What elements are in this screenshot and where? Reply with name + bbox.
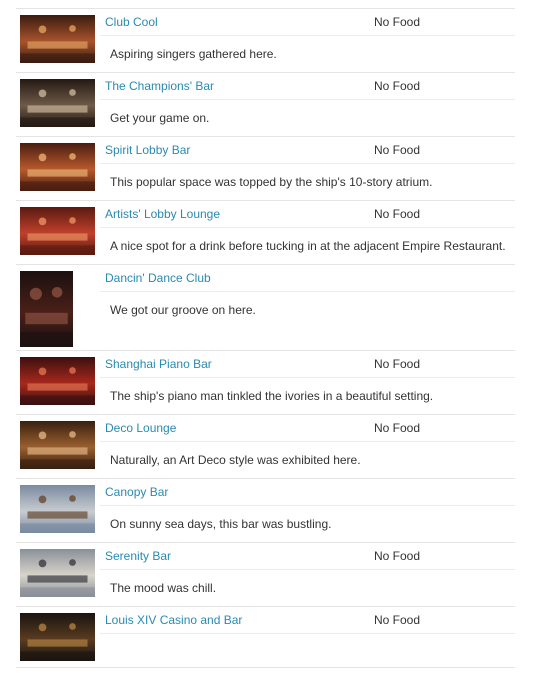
venue-description: The ship's piano man tinkled the ivories… — [110, 389, 434, 403]
venue-row: Canopy Bar On sunny sea days, this bar wa… — [16, 478, 515, 543]
venue-name-link[interactable]: Club Cool — [105, 15, 158, 29]
venue-thumbnail[interactable] — [20, 271, 73, 347]
venue-name-link[interactable]: Canopy Bar — [105, 485, 168, 499]
venue-food-status: No Food — [374, 613, 421, 627]
venue-thumbnail[interactable] — [20, 207, 95, 255]
venue-food-status: No Food — [374, 15, 421, 29]
venue-row: Artists' Lobby Lounge No Food A nice spot … — [16, 200, 515, 265]
venue-row: Serenity Bar No Food The mood was chill. — [16, 542, 515, 607]
dance-club-icon — [20, 271, 73, 347]
lobby-bar-icon — [20, 143, 95, 191]
venue-row: Club Cool No Food Aspiring singers gathere… — [16, 8, 515, 73]
venue-name-link[interactable]: Spirit Lobby Bar — [105, 143, 190, 157]
venue-thumbnail[interactable] — [20, 485, 95, 533]
venue-description: On sunny sea days, this bar was bustling… — [110, 517, 332, 531]
venue-row: Dancin' Dance Club We got our groove on h… — [16, 264, 515, 351]
venue-description: This popular space was topped by the shi… — [110, 175, 433, 189]
casino-icon — [20, 613, 95, 661]
row-divider — [100, 377, 515, 378]
venue-name-link[interactable]: The Champions' Bar — [105, 79, 214, 93]
sports-bar-icon — [20, 79, 95, 127]
venue-description: Get your game on. — [110, 111, 210, 125]
venue-row: Louis XIV Casino and Bar No Food — [16, 606, 515, 668]
venue-description: We got our groove on here. — [110, 303, 256, 317]
row-divider — [100, 163, 515, 164]
lounge-icon — [20, 207, 95, 255]
venue-food-status: No Food — [374, 421, 421, 435]
serenity-bar-icon — [20, 549, 95, 597]
venue-name-link[interactable]: Dancin' Dance Club — [105, 271, 211, 285]
row-divider — [100, 505, 515, 506]
venue-name-link[interactable]: Deco Lounge — [105, 421, 176, 435]
venue-thumbnail[interactable] — [20, 79, 95, 127]
venue-food-status: No Food — [374, 207, 421, 221]
row-divider — [100, 227, 515, 228]
venue-row: Deco Lounge No Food Naturally, an Art Deco… — [16, 414, 515, 479]
row-divider — [100, 569, 515, 570]
canopy-bar-icon — [20, 485, 95, 533]
row-divider — [100, 441, 515, 442]
venue-description: A nice spot for a drink before tucking i… — [110, 239, 506, 253]
row-divider — [100, 35, 515, 36]
venue-food-status: No Food — [374, 79, 421, 93]
venue-name-link[interactable]: Serenity Bar — [105, 549, 171, 563]
venue-description: Naturally, an Art Deco style was exhibit… — [110, 453, 361, 467]
venue-row: Spirit Lobby Bar No Food This popular spac… — [16, 136, 515, 201]
venue-description: The mood was chill. — [110, 581, 217, 595]
venue-thumbnail[interactable] — [20, 143, 95, 191]
venue-thumbnail[interactable] — [20, 421, 95, 469]
venue-name-link[interactable]: Shanghai Piano Bar — [105, 357, 212, 371]
venue-food-status: No Food — [374, 143, 421, 157]
club-icon — [20, 15, 95, 63]
venue-row: Shanghai Piano Bar No Food The ship's pian… — [16, 350, 515, 415]
venue-thumbnail[interactable] — [20, 357, 95, 405]
venue-name-link[interactable]: Louis XIV Casino and Bar — [105, 613, 242, 627]
venue-thumbnail[interactable] — [20, 613, 95, 661]
venue-row: The Champions' Bar No Food Get your game o… — [16, 72, 515, 137]
venue-name-link[interactable]: Artists' Lobby Lounge — [105, 207, 220, 221]
venue-description: Aspiring singers gathered here. — [110, 47, 277, 61]
venue-food-status: No Food — [374, 357, 421, 371]
venue-thumbnail[interactable] — [20, 549, 95, 597]
row-divider — [100, 633, 515, 634]
piano-bar-icon — [20, 357, 95, 405]
row-divider — [100, 99, 515, 100]
venue-thumbnail[interactable] — [20, 15, 95, 63]
deco-lounge-icon — [20, 421, 95, 469]
row-divider — [100, 291, 515, 292]
venue-food-status: No Food — [374, 549, 421, 563]
